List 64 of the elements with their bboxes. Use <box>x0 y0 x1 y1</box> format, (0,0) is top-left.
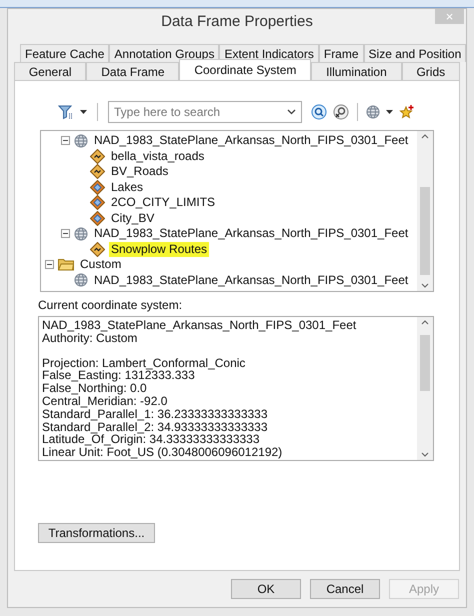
tab[interactable]: Annotation Groups <box>109 44 220 62</box>
coordinate-property: Projection: Lambert_Conformal_Conic <box>42 356 246 370</box>
expander-icon[interactable] <box>61 136 70 146</box>
tab[interactable]: General <box>14 62 86 80</box>
tree-item[interactable]: NAD_1983_StatePlane_Arkansas_North_FIPS_0301_Feet <box>92 272 410 288</box>
globe-icon <box>74 273 88 288</box>
chevron-down-icon[interactable] <box>287 109 296 115</box>
tree-item[interactable]: NAD_1983_StatePlane_Arkansas_North_FIPS_0301_Feet <box>92 133 410 148</box>
clear-search-icon[interactable] <box>333 104 349 120</box>
tree-item[interactable]: Snowplow Routes <box>109 242 210 257</box>
coordinate-property: Standard_Parallel_2: 34.93333333333333 <box>42 420 269 434</box>
tree-item[interactable]: Custom <box>78 257 124 272</box>
scroll-thumb[interactable] <box>420 187 430 275</box>
expander-icon[interactable] <box>45 260 54 270</box>
dropdown-arrow-icon[interactable] <box>80 110 87 114</box>
tree-item[interactable]: Lakes <box>109 180 146 195</box>
tree-item[interactable]: City_BV <box>109 210 156 226</box>
polygon-layer-icon <box>90 180 105 195</box>
search-field[interactable]: Type here to search <box>108 101 302 123</box>
search-icon[interactable] <box>311 104 327 120</box>
dialog-button[interactable]: OK <box>231 579 301 599</box>
dialog-button[interactable]: Cancel <box>310 579 380 599</box>
globe-icon <box>74 226 88 241</box>
window-title: Data Frame Properties <box>161 12 313 32</box>
globe-icon <box>74 134 88 148</box>
scrollbar[interactable] <box>417 317 433 460</box>
coordinate-property: Standard_Parallel_1: 36.23333333333333 <box>42 408 269 421</box>
line-layer-icon <box>90 148 105 164</box>
globe-icon <box>366 105 380 119</box>
coordinate-property: Latitude_Of_Origin: 34.33333333333333 <box>42 433 261 446</box>
coordinate-property: Authority: Custom <box>42 332 138 345</box>
dropdown-arrow-icon[interactable] <box>386 110 393 114</box>
scroll-up-icon[interactable] <box>421 134 429 139</box>
tab[interactable]: Frame <box>318 44 364 62</box>
tab[interactable]: Data Frame <box>86 62 180 80</box>
tree-item[interactable]: bella_vista_roads <box>109 148 206 164</box>
tab[interactable]: Grids <box>402 62 460 80</box>
scroll-down-icon[interactable] <box>421 452 429 457</box>
scroll-down-icon[interactable] <box>421 283 429 288</box>
tab[interactable]: Coordinate System <box>179 59 312 80</box>
coordinate-property: Linear Unit: Foot_US (0.3048006096012192) <box>42 446 284 459</box>
polygon-layer-icon <box>90 210 105 226</box>
line-layer-icon <box>90 164 105 180</box>
tree-item[interactable]: NAD_1983_StatePlane_Arkansas_North_FIPS_0301_Feet <box>92 226 410 242</box>
transformations-button[interactable]: Transformations... <box>38 523 155 543</box>
tab[interactable]: Size and Position <box>364 44 466 62</box>
coordinate-property: False_Northing: 0.0 <box>42 382 148 395</box>
coordinate-property: Central_Meridian: -92.0 <box>42 394 168 408</box>
expander-icon[interactable] <box>61 229 70 238</box>
current-system-label: Current coordinate system: <box>38 297 184 314</box>
line-layer-icon <box>90 242 105 257</box>
polygon-layer-icon <box>90 195 105 210</box>
filter-icon[interactable] <box>58 104 74 120</box>
tree-item[interactable]: 2CO_CITY_LIMITS <box>109 195 218 210</box>
scroll-up-icon[interactable] <box>421 320 429 325</box>
folder-icon <box>58 258 74 272</box>
coordinate-property: NAD_1983_StatePlane_Arkansas_North_FIPS_0301_Feet <box>42 319 358 332</box>
tab[interactable]: Feature Cache <box>20 44 110 62</box>
star-icon[interactable] <box>399 104 415 120</box>
tab[interactable]: Illumination <box>311 62 402 80</box>
scrollbar[interactable] <box>417 131 433 291</box>
scroll-thumb[interactable] <box>420 335 430 391</box>
coordinate-property: False_Easting: 1312333.333 <box>42 369 195 382</box>
tree-item[interactable]: BV_Roads <box>109 164 170 180</box>
